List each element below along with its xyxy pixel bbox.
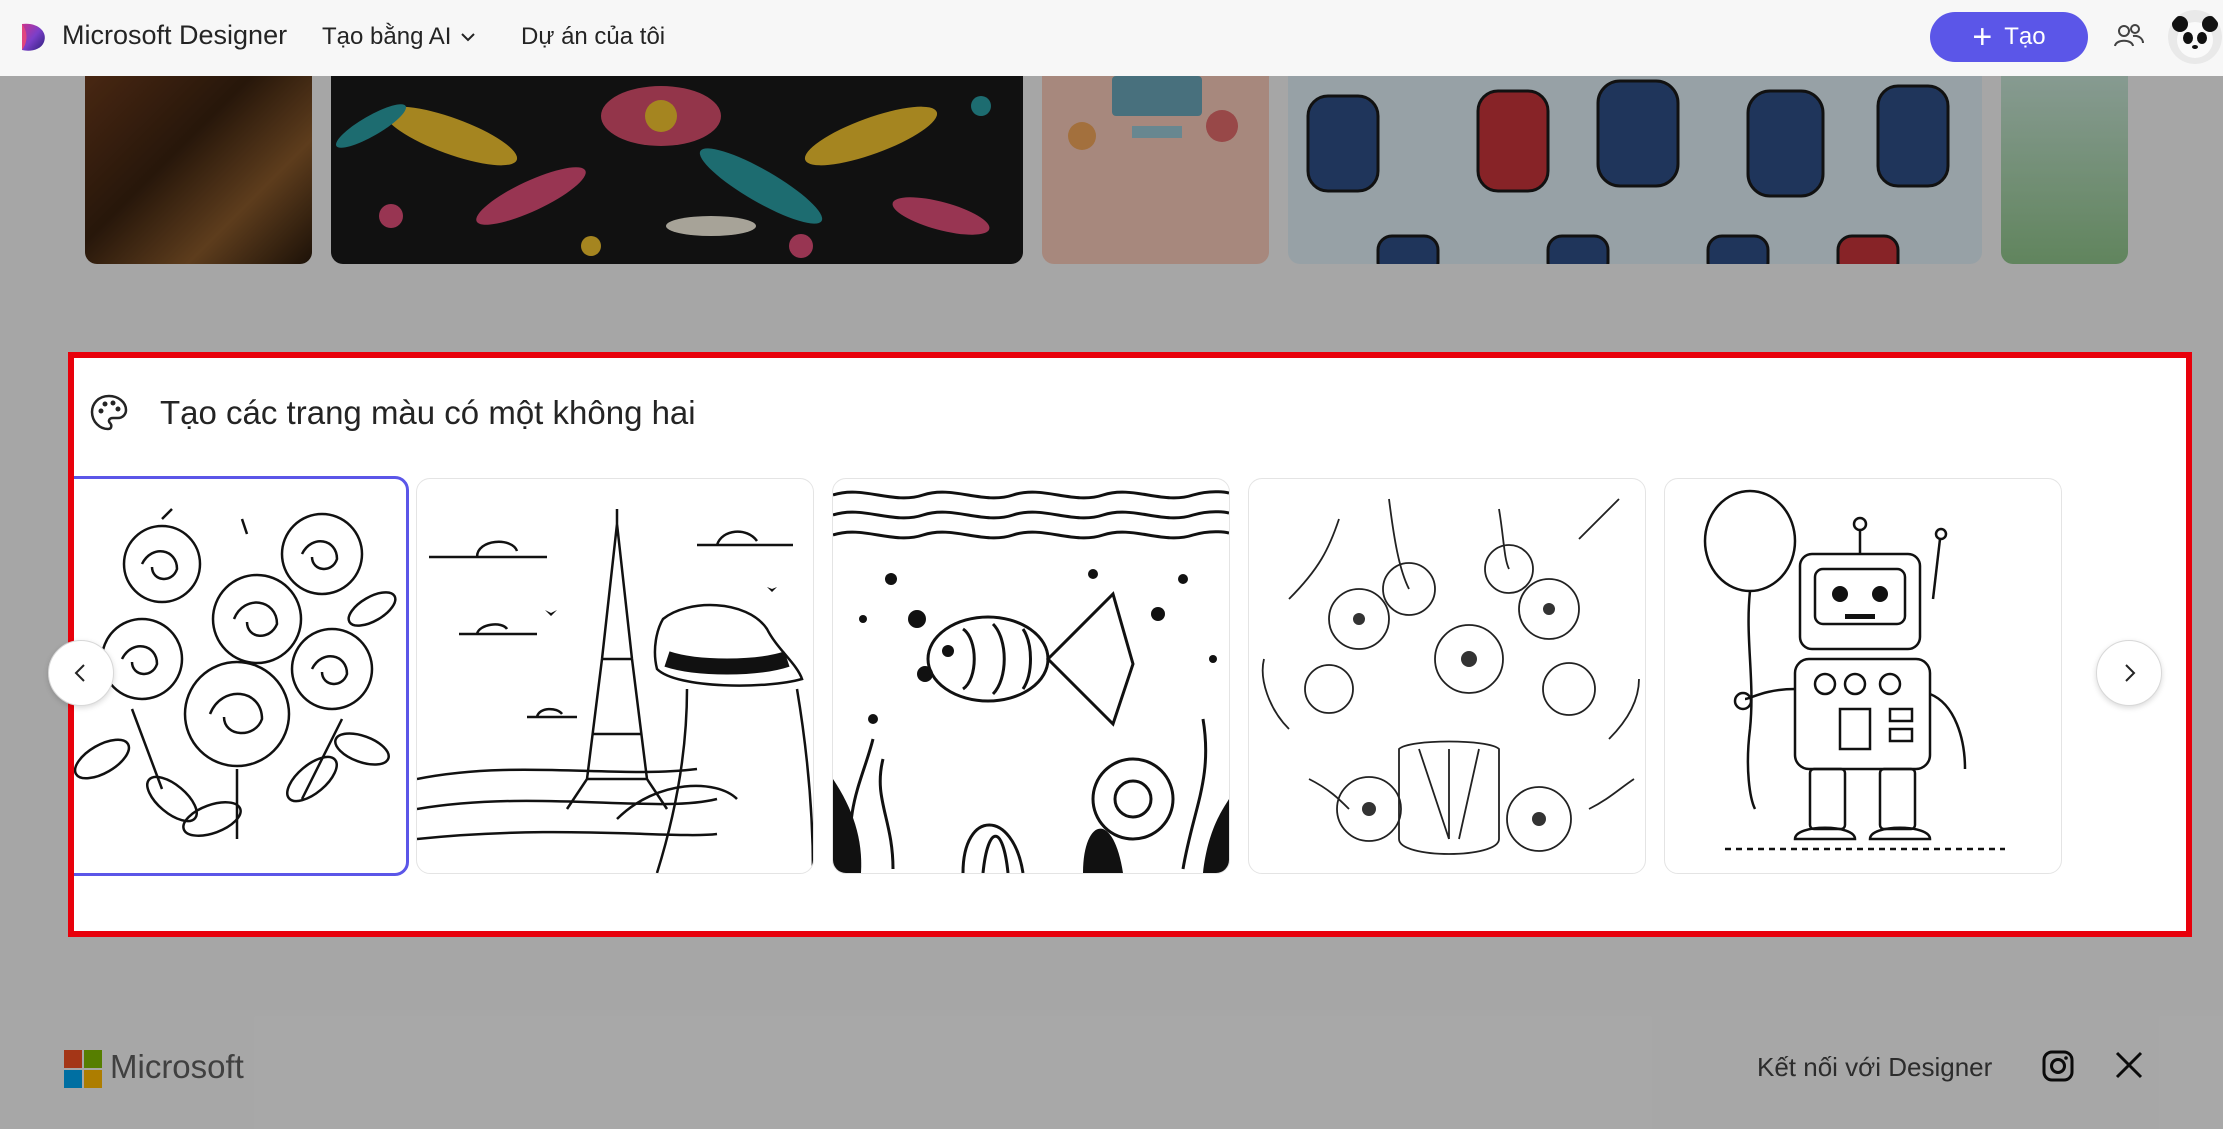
plus-icon: + bbox=[1972, 18, 1993, 56]
chevron-left-icon bbox=[74, 664, 85, 682]
thumbnail-infographic[interactable] bbox=[1042, 76, 1269, 264]
thumbnail-landscape[interactable] bbox=[2001, 76, 2128, 264]
carousel-next-button[interactable] bbox=[2096, 640, 2162, 706]
roses-illustration bbox=[74, 508, 397, 839]
footer-brand[interactable]: Microsoft bbox=[110, 1048, 244, 1086]
eiffel-illustration bbox=[417, 509, 813, 873]
brand-title[interactable]: Microsoft Designer bbox=[62, 20, 287, 51]
backpack-pattern bbox=[1306, 79, 1950, 264]
microsoft-logo-icon[interactable] bbox=[64, 1050, 102, 1088]
thumbnail-mushrooms[interactable] bbox=[85, 76, 312, 264]
coloring-card-fish[interactable] bbox=[832, 478, 1230, 874]
footer: Microsoft Kết nối với Designer bbox=[0, 1010, 2223, 1129]
section-title: Tạo các trang màu có một không hai bbox=[160, 394, 696, 431]
palette-icon bbox=[90, 394, 128, 431]
coloring-pages-carousel bbox=[74, 476, 2134, 876]
create-button-label: Tạo bbox=[2004, 23, 2046, 50]
fish-illustration bbox=[833, 490, 1229, 873]
x-icon[interactable] bbox=[2114, 1050, 2144, 1080]
inspiration-strip bbox=[0, 76, 2223, 268]
folk-art-pattern bbox=[336, 86, 991, 258]
chevron-right-icon bbox=[2125, 664, 2136, 682]
people-icon[interactable] bbox=[2113, 20, 2145, 52]
avatar[interactable] bbox=[2168, 10, 2222, 64]
coloring-card-robot[interactable] bbox=[1664, 478, 2062, 874]
nav-my-projects[interactable]: Dự án của tôi bbox=[521, 23, 665, 51]
coloring-card-flower-vase[interactable] bbox=[1248, 478, 1646, 874]
connect-with-designer: Kết nối với Designer bbox=[1757, 1052, 1993, 1082]
top-header: Microsoft Designer Tạo bằng AI Dự án của… bbox=[0, 0, 2223, 76]
coloring-pages-section: Tạo các trang màu có một không hai bbox=[68, 352, 2192, 937]
instagram-icon[interactable] bbox=[2042, 1050, 2074, 1082]
panda-avatar-image bbox=[2168, 10, 2222, 64]
thumbnail-backpacks[interactable] bbox=[1288, 76, 1982, 264]
nav-create-with-ai-label: Tạo bằng AI bbox=[322, 23, 452, 50]
flower-vase-illustration bbox=[1261, 498, 1640, 855]
create-button[interactable]: + Tạo bbox=[1930, 12, 2088, 62]
thumbnail-folk-art[interactable] bbox=[331, 76, 1023, 264]
chevron-down-icon bbox=[461, 33, 476, 42]
designer-logo-icon[interactable] bbox=[16, 20, 50, 54]
robot-illustration bbox=[1703, 489, 2005, 851]
coloring-card-eiffel[interactable] bbox=[416, 478, 814, 874]
nav-create-with-ai[interactable]: Tạo bằng AI bbox=[322, 23, 477, 51]
coloring-card-roses[interactable] bbox=[74, 476, 409, 876]
infographic-illustration bbox=[1068, 76, 1238, 150]
carousel-prev-button[interactable] bbox=[48, 640, 114, 706]
